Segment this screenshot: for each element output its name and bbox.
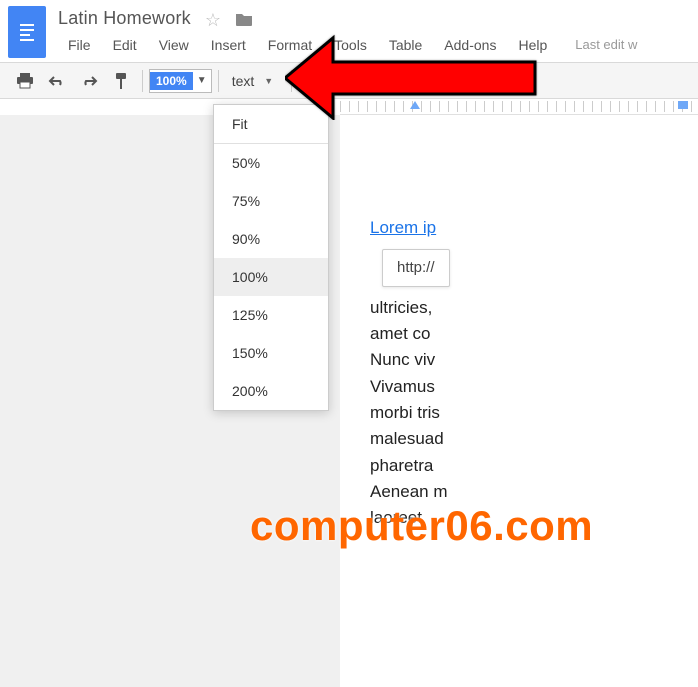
workspace: Lorem ip http:// ultricies, amet co Nunc… [0, 115, 698, 687]
menu-tools[interactable]: Tools [324, 33, 377, 57]
menu-format[interactable]: Format [258, 33, 322, 57]
folder-icon[interactable] [235, 12, 253, 29]
toolbar-separator [291, 70, 292, 92]
document-hyperlink[interactable]: Lorem ip [370, 218, 436, 237]
paint-format-button[interactable] [106, 67, 136, 95]
paragraph-styles-combo[interactable]: text ▼ [225, 68, 285, 94]
font-family-combo[interactable]: Arial ▼ [298, 68, 378, 94]
chevron-down-icon: ▼ [343, 76, 352, 86]
text-line: Vivamus [370, 374, 698, 400]
chevron-down-icon: ▼ [193, 75, 211, 86]
menu-table[interactable]: Table [379, 33, 432, 57]
print-button[interactable] [10, 67, 40, 95]
app-header: Latin Homework ☆ File Edit View Insert F… [0, 0, 698, 63]
chevron-down-icon: ▼ [422, 76, 431, 86]
styles-label: text [232, 73, 255, 89]
star-icon[interactable]: ☆ [205, 10, 221, 31]
undo-button[interactable] [42, 67, 72, 95]
zoom-option-fit[interactable]: Fit [214, 105, 328, 143]
zoom-value: 100% [150, 72, 193, 90]
text-line: pharetra [370, 453, 698, 479]
menu-addons[interactable]: Add-ons [434, 33, 506, 57]
menu-insert[interactable]: Insert [201, 33, 256, 57]
right-indent-marker[interactable] [678, 101, 688, 109]
toolbar-separator [444, 70, 445, 92]
document-title[interactable]: Latin Homework [58, 8, 191, 29]
text-line: malesuad [370, 426, 698, 452]
zoom-option-150[interactable]: 150% [214, 334, 328, 372]
zoom-option-90[interactable]: 90% [214, 220, 328, 258]
menu-edit[interactable]: Edit [103, 33, 147, 57]
text-line: Nunc viv [370, 347, 698, 373]
font-label: Arial [305, 73, 333, 89]
ruler-ticks [340, 101, 698, 112]
zoom-option-75[interactable]: 75% [214, 182, 328, 220]
menu-help[interactable]: Help [508, 33, 557, 57]
last-edit-text[interactable]: Last edit w [575, 37, 637, 52]
toolbar: 100% ▼ text ▼ Arial ▼ 11 ▼ [0, 63, 698, 99]
zoom-combo[interactable]: 100% ▼ [149, 69, 212, 93]
menu-view[interactable]: View [149, 33, 199, 57]
link-tooltip[interactable]: http:// [382, 249, 450, 286]
toolbar-separator [218, 70, 219, 92]
zoom-option-200[interactable]: 200% [214, 372, 328, 410]
text-line: amet co [370, 321, 698, 347]
text-line: ultricies, [370, 295, 698, 321]
zoom-option-125[interactable]: 125% [214, 296, 328, 334]
redo-button[interactable] [74, 67, 104, 95]
horizontal-ruler[interactable] [340, 99, 698, 115]
font-size-combo[interactable]: 11 ▼ [391, 68, 438, 94]
zoom-option-100[interactable]: 100% [214, 258, 328, 296]
text-line: Aenean m [370, 479, 698, 505]
docs-logo-icon[interactable] [8, 6, 46, 58]
zoom-dropdown: Fit 50% 75% 90% 100% 125% 150% 200% [213, 104, 329, 411]
toolbar-separator [384, 70, 385, 92]
chevron-down-icon: ▼ [264, 76, 273, 86]
font-size-value: 11 [398, 73, 413, 89]
menubar: File Edit View Insert Format Tools Table… [58, 33, 690, 57]
document-body[interactable]: ultricies, amet co Nunc viv Vivamus morb… [370, 295, 698, 532]
text-line: laoreet [370, 505, 698, 531]
document-page[interactable]: Lorem ip http:// ultricies, amet co Nunc… [340, 115, 698, 687]
text-line: morbi tris [370, 400, 698, 426]
menu-file[interactable]: File [58, 33, 101, 57]
left-indent-marker[interactable] [410, 101, 420, 109]
zoom-option-50[interactable]: 50% [214, 144, 328, 182]
toolbar-separator [142, 70, 143, 92]
